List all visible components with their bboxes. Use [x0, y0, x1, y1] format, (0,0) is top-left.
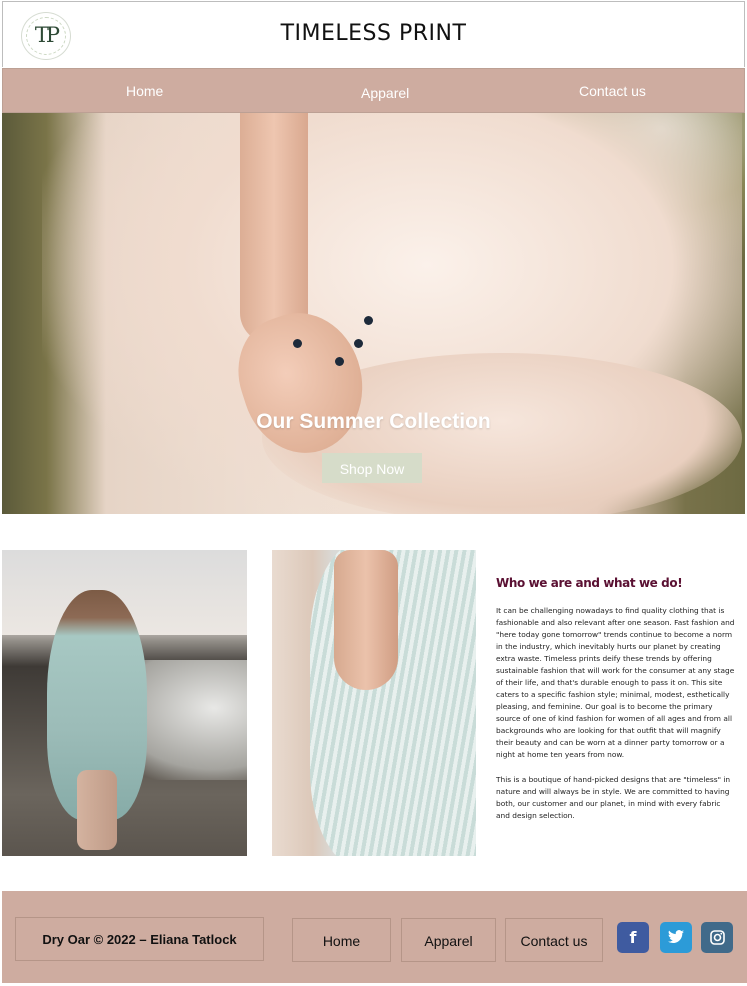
nav-item-contact[interactable]: Contact us — [579, 83, 646, 99]
hero-banner: Our Summer Collection Shop Now — [2, 113, 745, 514]
footer-link-home[interactable]: Home — [292, 918, 391, 962]
hero-nail — [354, 339, 363, 348]
hero-nail — [293, 339, 302, 348]
twitter-bird-icon — [668, 930, 684, 944]
hero-nail — [335, 357, 344, 366]
site-header: TP TIMELESS PRINT — [2, 1, 745, 67]
hero-title: Our Summer Collection — [256, 410, 491, 433]
nav-item-home[interactable]: Home — [126, 83, 163, 99]
facebook-icon[interactable]: f — [617, 922, 649, 953]
photo-hand — [334, 550, 398, 690]
nav-item-apparel[interactable]: Apparel — [361, 85, 409, 101]
footer-link-apparel[interactable]: Apparel — [401, 918, 496, 962]
about-paragraph: It can be challenging nowadays to find q… — [496, 606, 735, 759]
shop-now-button[interactable]: Shop Now — [322, 453, 422, 483]
about-heading: Who we are and what we do! — [496, 576, 683, 590]
striped-dress-photo — [272, 550, 476, 856]
about-paragraph: This is a boutique of hand-picked design… — [496, 775, 731, 820]
photo-legs — [77, 770, 117, 850]
instagram-icon[interactable] — [701, 922, 733, 953]
copyright-text: Dry Oar © 2022 – Eliana Tatlock — [15, 917, 264, 961]
footer-link-contact[interactable]: Contact us — [505, 918, 603, 962]
site-title: TIMELESS PRINT — [280, 21, 467, 46]
main-nav: Home Apparel Contact us — [2, 68, 745, 113]
hero-arm — [240, 113, 308, 343]
instagram-camera-icon — [709, 930, 725, 945]
hero-nail — [364, 316, 373, 325]
site-footer: Dry Oar © 2022 – Eliana Tatlock Home App… — [2, 891, 747, 983]
beach-walk-photo — [2, 550, 247, 856]
twitter-icon[interactable] — [660, 922, 692, 953]
